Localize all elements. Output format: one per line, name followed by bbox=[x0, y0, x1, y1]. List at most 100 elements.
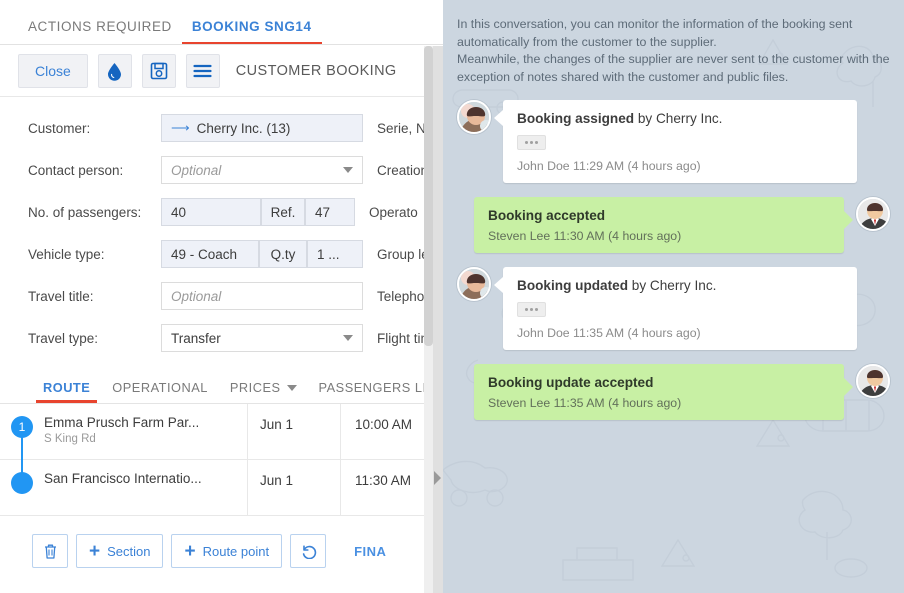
chat-title-bold: Booking updated bbox=[517, 278, 629, 294]
expand-arrow-icon[interactable] bbox=[434, 471, 441, 485]
tab-booking-sng14[interactable]: BOOKING SNG14 bbox=[181, 19, 322, 45]
finalize-label[interactable]: FINA bbox=[354, 544, 386, 559]
form-row-customer: Customer: ⟶ Cherry Inc. (13) Serie, Nu bbox=[0, 107, 443, 149]
booking-toolbar: Close CUSTOMER BOOKING bbox=[0, 45, 443, 97]
tab-prices[interactable]: PRICES bbox=[219, 380, 308, 403]
ref-input[interactable]: 47 bbox=[305, 198, 355, 226]
chevron-down-icon bbox=[343, 335, 353, 341]
conversation-pane: In this conversation, you can monitor th… bbox=[443, 0, 904, 593]
label-group-leader: Group le bbox=[377, 246, 429, 262]
left-pane-scrollbar[interactable] bbox=[424, 46, 433, 593]
delete-button[interactable] bbox=[32, 534, 68, 568]
vehicle-type-input[interactable]: 49 - Coach bbox=[161, 240, 259, 268]
chat-title: Booking updated by Cherry Inc. bbox=[517, 278, 843, 293]
chat-title: Booking update accepted bbox=[488, 375, 654, 391]
route-table: 1 Emma Prusch Farm Par... S King Rd Jun … bbox=[0, 404, 443, 516]
table-row[interactable]: 1 Emma Prusch Farm Par... S King Rd Jun … bbox=[0, 404, 443, 480]
expand-details-button[interactable] bbox=[517, 135, 546, 151]
booking-left-pane: ACTIONS REQUIRED BOOKING SNG14 Close CUS… bbox=[0, 0, 443, 593]
avatar[interactable] bbox=[457, 267, 491, 302]
expand-details-button[interactable] bbox=[517, 302, 546, 318]
chat-title-bold: Booking assigned bbox=[517, 111, 635, 127]
toolbar-divider bbox=[0, 96, 443, 97]
chat-bubble: Booking accepted Steven Lee 11:30 AM (4 … bbox=[474, 197, 853, 254]
droplet-icon[interactable] bbox=[97, 54, 132, 88]
chat-title-rest: by Cherry Inc. bbox=[628, 278, 717, 294]
booking-form: Customer: ⟶ Cherry Inc. (13) Serie, Nu C… bbox=[0, 97, 443, 359]
top-tab-bar: ACTIONS REQUIRED BOOKING SNG14 bbox=[0, 0, 443, 45]
undo-button[interactable] bbox=[290, 534, 327, 568]
plus-icon: + bbox=[184, 540, 196, 562]
avatar[interactable] bbox=[856, 364, 890, 399]
label-travel-title: Travel title: bbox=[28, 288, 94, 304]
travel-type-value: Transfer bbox=[171, 330, 221, 346]
save-icon[interactable] bbox=[141, 54, 176, 88]
form-row-passengers: No. of passengers: 40 Ref. 47 Operato bbox=[0, 191, 443, 233]
chat-meta: John Doe 11:35 AM (4 hours ago) bbox=[517, 326, 701, 341]
route-date: Jun 1 bbox=[248, 404, 341, 459]
chat-title-rest: by Cherry Inc. bbox=[634, 111, 723, 127]
chat-message-outgoing: Booking update accepted Steven Lee 11:35… bbox=[457, 364, 890, 421]
qty-input[interactable]: 1 ... bbox=[307, 240, 363, 268]
arrow-right-icon: ⟶ bbox=[171, 120, 190, 135]
travel-title-input[interactable]: Optional bbox=[161, 282, 363, 310]
route-point-dot bbox=[11, 472, 33, 494]
chevron-down-icon bbox=[286, 384, 297, 391]
toolbar-title: CUSTOMER BOOKING bbox=[235, 63, 397, 79]
tab-actions-required[interactable]: ACTIONS REQUIRED bbox=[18, 19, 182, 45]
route-name-cell: Emma Prusch Farm Par... S King Rd bbox=[44, 404, 248, 459]
label-travel-type: Travel type: bbox=[28, 330, 99, 346]
route-point-number: 1 bbox=[11, 416, 33, 438]
add-route-point-button[interactable]: + Route point bbox=[171, 534, 283, 568]
chat-meta: Steven Lee 11:35 AM (4 hours ago) bbox=[488, 396, 682, 411]
tab-passengers-list[interactable]: PASSENGERS LIST bbox=[308, 380, 443, 403]
chat-title: Booking assigned by Cherry Inc. bbox=[517, 111, 843, 126]
conversation-intro: In this conversation, you can monitor th… bbox=[457, 16, 890, 86]
intro-line-1: In this conversation, you can monitor th… bbox=[457, 17, 853, 49]
route-marker-numbered: 1 bbox=[0, 404, 44, 480]
customer-value: Cherry Inc. (13) bbox=[196, 120, 291, 136]
intro-line-2: Meanwhile, the changes of the supplier a… bbox=[457, 52, 890, 84]
add-section-button[interactable]: + Section bbox=[76, 534, 164, 568]
form-row-vehicle-type: Vehicle type: 49 - Coach Q.ty 1 ... Grou… bbox=[0, 233, 443, 275]
ref-label: Ref. bbox=[261, 198, 305, 226]
chevron-down-icon bbox=[343, 167, 353, 173]
route-tab-bar: ROUTE OPERATIONAL PRICES PASSENGERS LIST bbox=[0, 373, 443, 403]
add-route-point-label: Route point bbox=[202, 543, 270, 559]
chat-message-incoming: Booking updated by Cherry Inc. John Doe … bbox=[457, 267, 890, 351]
pane-divider[interactable] bbox=[433, 46, 443, 593]
contact-person-select[interactable]: Optional bbox=[161, 156, 363, 184]
scrollbar-thumb[interactable] bbox=[424, 46, 433, 346]
chat-meta: John Doe 11:29 AM (4 hours ago) bbox=[517, 159, 701, 174]
chat-bubble: Booking update accepted Steven Lee 11:35… bbox=[474, 364, 853, 421]
customer-field[interactable]: ⟶ Cherry Inc. (13) bbox=[161, 114, 363, 142]
tab-route[interactable]: ROUTE bbox=[32, 380, 101, 403]
qty-label: Q.ty bbox=[259, 240, 307, 268]
chat-message-incoming: Booking assigned by Cherry Inc. John Doe… bbox=[457, 100, 890, 184]
route-name-cell: San Francisco Internatio... bbox=[44, 460, 248, 515]
close-button[interactable]: Close bbox=[18, 54, 88, 88]
form-row-travel-type: Travel type: Transfer Flight tim bbox=[0, 317, 443, 359]
label-contact-person: Contact person: bbox=[28, 162, 124, 178]
label-operator: Operato bbox=[369, 204, 418, 220]
label-customer: Customer: bbox=[28, 120, 91, 136]
chat-bubble: Booking assigned by Cherry Inc. John Doe… bbox=[494, 100, 857, 184]
route-point-name: San Francisco Internatio... bbox=[44, 471, 202, 486]
booking-app: ACTIONS REQUIRED BOOKING SNG14 Close CUS… bbox=[0, 0, 904, 593]
label-no-of-passengers: No. of passengers: bbox=[28, 204, 142, 220]
route-actions: + Section + Route point FINA bbox=[0, 516, 443, 568]
avatar[interactable] bbox=[856, 197, 890, 232]
form-row-contact-person: Contact person: Optional Creation bbox=[0, 149, 443, 191]
table-row[interactable]: San Francisco Internatio... Jun 1 11:30 … bbox=[0, 460, 443, 516]
tab-operational[interactable]: OPERATIONAL bbox=[101, 380, 219, 403]
tab-route-label: ROUTE bbox=[43, 380, 91, 395]
add-section-label: Section bbox=[107, 543, 151, 559]
passengers-input[interactable]: 40 bbox=[161, 198, 261, 226]
travel-type-select[interactable]: Transfer bbox=[161, 324, 363, 352]
conversation-list: In this conversation, you can monitor th… bbox=[443, 0, 904, 421]
avatar[interactable] bbox=[457, 100, 491, 135]
hamburger-menu-icon[interactable] bbox=[185, 54, 220, 88]
plus-icon: + bbox=[89, 540, 101, 562]
contact-person-value: Optional bbox=[171, 162, 222, 178]
form-row-travel-title: Travel title: Optional Telephon bbox=[0, 275, 443, 317]
